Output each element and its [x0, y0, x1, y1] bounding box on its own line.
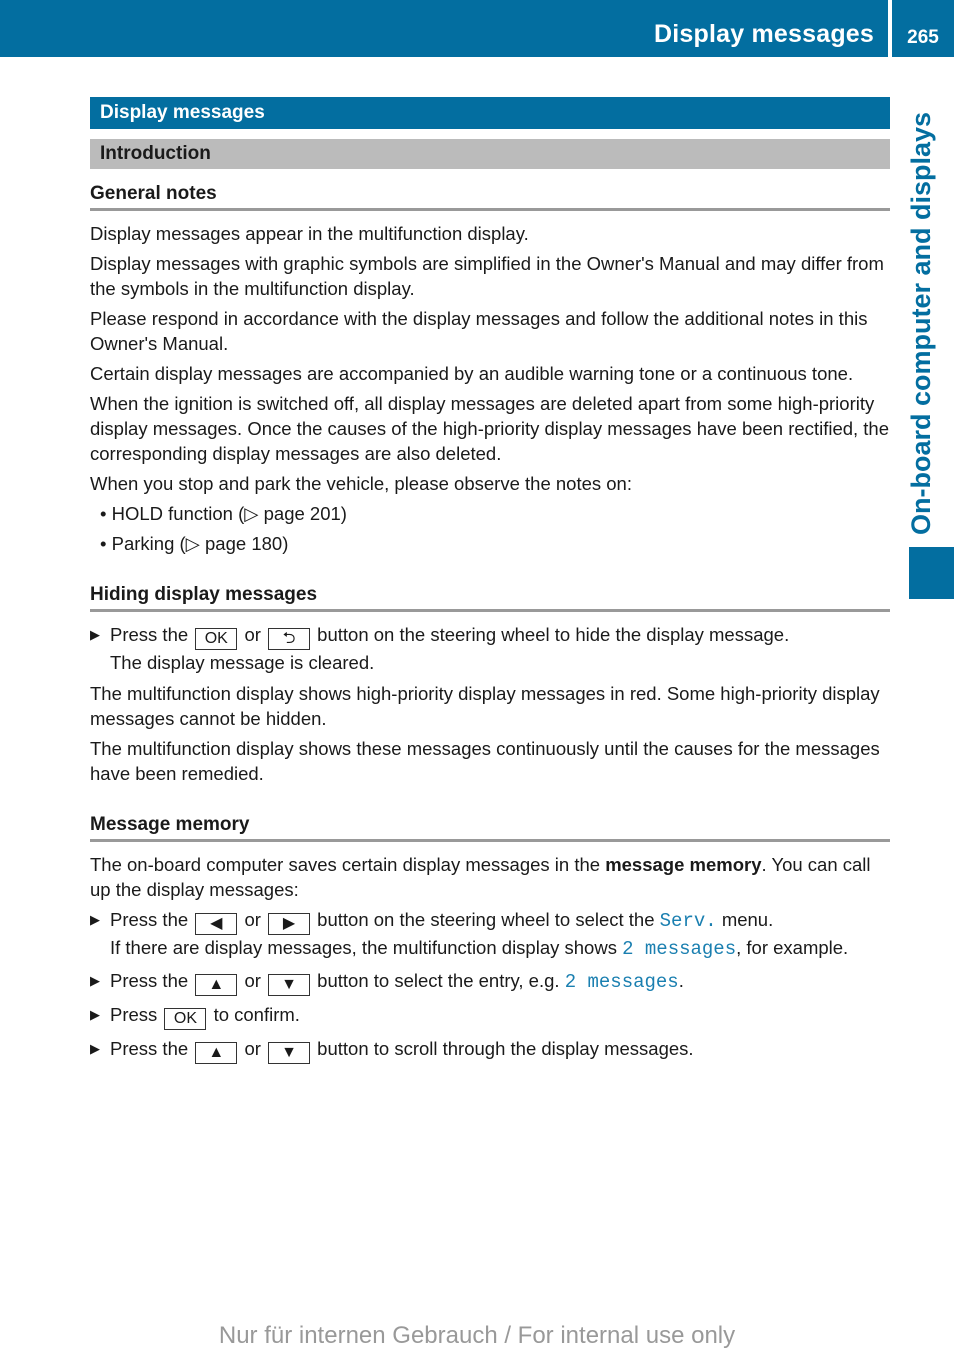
heading-hiding-messages: Hiding display messages	[90, 584, 890, 612]
page-reference-link[interactable]: ▷ page 180	[186, 533, 283, 554]
paragraph: The multifunction display shows these me…	[90, 738, 880, 784]
paragraph: Display messages with graphic symbols ar…	[90, 253, 884, 299]
bullet-item: • HOLD function (▷ page 201)	[100, 503, 347, 524]
paragraph: Display messages appear in the multifunc…	[90, 223, 529, 244]
ok-key-icon: OK	[164, 1008, 207, 1030]
display-text: 2 messages	[564, 971, 679, 993]
instruction-step: ▶ Press the ◀ or ▶ button on the steerin…	[90, 909, 849, 960]
step-arrow-icon: ▶	[90, 973, 100, 988]
paragraph: Please respond in accordance with the di…	[90, 308, 868, 354]
page-content: Display messages Introduction General no…	[90, 97, 890, 1070]
paragraph: The on-board computer saves certain disp…	[90, 854, 871, 900]
internal-use-watermark: Nur für internen Gebrauch / For internal…	[218, 1322, 736, 1349]
heading-general-notes: General notes	[90, 183, 890, 211]
display-text: Serv.	[659, 910, 717, 932]
instruction-step: ▶ Press the ▲ or ▼ button to scroll thro…	[90, 1036, 890, 1064]
paragraph: When the ignition is switched off, all d…	[90, 393, 890, 464]
instruction-step: ▶ Press OK to confirm.	[90, 1002, 890, 1030]
step-arrow-icon: ▶	[90, 1007, 100, 1022]
section-title: Display messages	[90, 97, 890, 129]
chapter-tab-marker	[909, 547, 954, 599]
paragraph: When you stop and park the vehicle, plea…	[90, 473, 632, 494]
paragraph: The multifunction display shows high-pri…	[90, 683, 880, 729]
heading-message-memory: Message memory	[90, 814, 890, 842]
paragraph: Certain display messages are accompanied…	[90, 363, 854, 384]
step-arrow-icon: ▶	[90, 1041, 100, 1056]
display-text: 2 messages	[622, 938, 737, 960]
step-arrow-icon: ▶	[90, 912, 100, 927]
left-key-icon: ◀	[195, 913, 238, 935]
emphasis: message memory	[605, 854, 762, 875]
down-key-icon: ▼	[268, 974, 311, 996]
right-key-icon: ▶	[268, 913, 311, 935]
back-key-icon: ⮌	[268, 628, 311, 650]
header-bar: Display messages	[0, 0, 888, 57]
instruction-step: ▶ Press the ▲ or ▼ button to select the …	[90, 968, 890, 996]
page-number-box: 265	[892, 0, 954, 57]
step-arrow-icon: ▶	[90, 627, 100, 642]
subsection-title: Introduction	[90, 139, 890, 169]
header-title: Display messages	[654, 20, 874, 48]
bullet-item: • Parking (▷ page 180)	[100, 533, 289, 554]
ok-key-icon: OK	[195, 628, 238, 650]
up-key-icon: ▲	[195, 974, 238, 996]
page-number: 265	[907, 27, 939, 48]
down-key-icon: ▼	[268, 1042, 311, 1064]
step-result: The display message is cleared.	[110, 652, 375, 673]
up-key-icon: ▲	[195, 1042, 238, 1064]
page-reference-link[interactable]: ▷ page 201	[244, 503, 341, 524]
instruction-step: ▶ Press the OK or ⮌ button on the steeri…	[90, 624, 790, 673]
chapter-title: On-board computer and displays	[906, 111, 936, 535]
